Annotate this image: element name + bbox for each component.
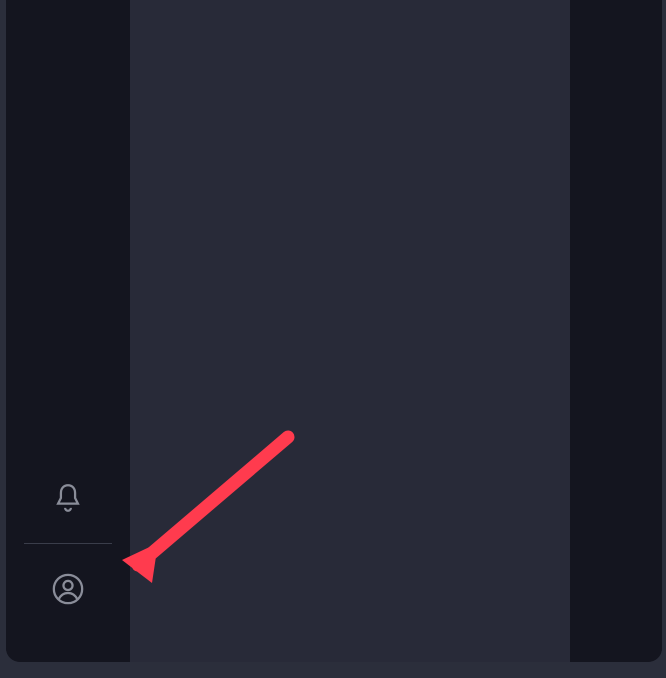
bell-icon [51,481,85,515]
notifications-button[interactable] [24,453,112,543]
sidebar [6,0,130,662]
app-window [6,0,662,662]
content-panel [130,0,570,662]
account-button[interactable] [24,544,112,634]
account-circle-icon [51,572,85,606]
right-gutter [570,0,662,662]
